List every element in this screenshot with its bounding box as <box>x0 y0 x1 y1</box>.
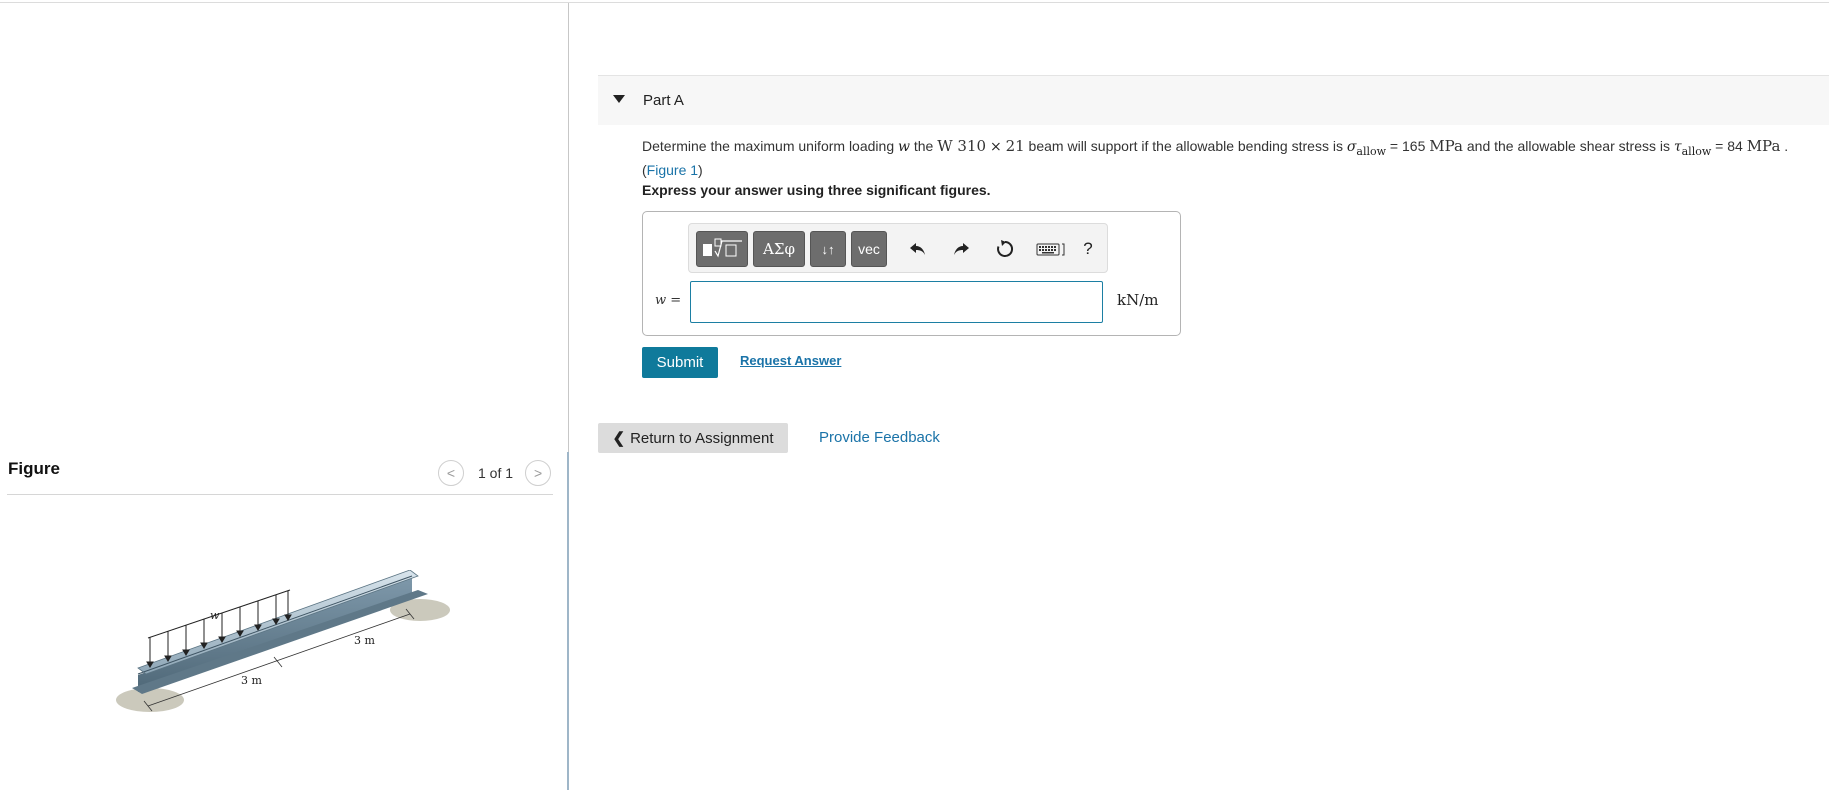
answer-input[interactable] <box>690 281 1103 323</box>
keyboard-button[interactable] <box>1036 238 1068 260</box>
load-label: w <box>210 609 220 622</box>
keyboard-icon <box>1036 243 1065 256</box>
return-to-assignment-button[interactable]: ❮ Return to Assignment <box>598 423 788 453</box>
allow-subscript: allow <box>1356 144 1387 158</box>
submit-button[interactable]: Submit <box>642 347 718 378</box>
question-segment: beam will support if the allowable bendi… <box>1024 138 1347 154</box>
allow-subscript: allow <box>1681 144 1712 158</box>
help-button[interactable]: ? <box>1077 238 1099 260</box>
span-right-label: 3 m <box>354 634 375 647</box>
vector-button[interactable]: vec <box>851 231 887 267</box>
question-segment: the <box>909 138 938 154</box>
beam-top-flange <box>137 570 419 675</box>
beam-bottom-flange <box>132 590 428 694</box>
arrows-button[interactable]: ↓↑ <box>810 231 846 267</box>
reset-button[interactable] <box>994 238 1016 260</box>
answer-unit: kN/m <box>1117 291 1159 309</box>
sqrt-template-icon <box>703 238 742 258</box>
return-label: Return to Assignment <box>630 429 774 447</box>
beam-section: W 310 <box>937 137 987 155</box>
stress-unit: MPa <box>1429 137 1463 155</box>
part-label: Part A <box>643 92 684 109</box>
redo-button[interactable] <box>950 238 972 260</box>
provide-feedback-link[interactable]: Provide Feedback <box>819 429 940 446</box>
math-toolbar: ΑΣφ ↓↑ vec ? <box>688 223 1108 273</box>
chevron-right-icon: > <box>533 465 543 481</box>
figure-navigation: < 1 of 1 > <box>438 460 552 486</box>
beam-section-size: 21 <box>1005 137 1025 155</box>
templates-button[interactable] <box>696 231 748 267</box>
question-segment: Determine the maximum uniform loading <box>642 138 898 154</box>
tau-symbol: τ <box>1673 139 1682 155</box>
question-segment: . <box>1780 138 1789 154</box>
pane-divider-handle[interactable] <box>567 452 569 790</box>
beam-figure: w 3 m 3 m <box>116 570 450 712</box>
stress-unit: MPa <box>1746 137 1781 155</box>
greek-symbols-button[interactable]: ΑΣφ <box>753 231 805 267</box>
instruction-text: Express your answer using three signific… <box>642 182 991 198</box>
load-variable: w <box>898 139 910 155</box>
question-text: Determine the maximum uniform loading w … <box>642 137 1788 179</box>
figure-divider <box>7 494 553 495</box>
chevron-left-icon: < <box>446 465 456 481</box>
collapse-caret-icon[interactable] <box>613 95 625 103</box>
redo-icon <box>954 243 969 255</box>
figure-page-indicator: 1 of 1 <box>478 465 514 481</box>
next-figure-button[interactable]: > <box>525 460 552 486</box>
sigma-symbol: σ <box>1346 139 1357 155</box>
request-answer-link[interactable]: Request Answer <box>740 353 841 368</box>
question-segment: = 165 <box>1386 138 1430 154</box>
figure-pane-title: Figure <box>8 459 60 478</box>
reset-icon <box>997 240 1014 257</box>
top-rule <box>0 2 1829 3</box>
span-left-label: 3 m <box>241 674 262 687</box>
previous-figure-button[interactable]: < <box>438 460 464 486</box>
question-segment: and the allowable shear stress is <box>1462 138 1674 154</box>
answer-variable-label: w = <box>655 293 682 308</box>
times-symbol: × <box>989 139 1002 155</box>
undo-button[interactable] <box>907 238 929 260</box>
figure-link[interactable]: Figure 1 <box>647 162 698 178</box>
beam-edge <box>137 575 413 675</box>
part-header[interactable]: Part A <box>598 75 1829 125</box>
paren-close: ) <box>698 161 703 178</box>
chevron-left-icon: ❮ <box>612 430 626 447</box>
question-segment: = 84 <box>1711 138 1747 154</box>
undo-icon <box>910 243 925 255</box>
